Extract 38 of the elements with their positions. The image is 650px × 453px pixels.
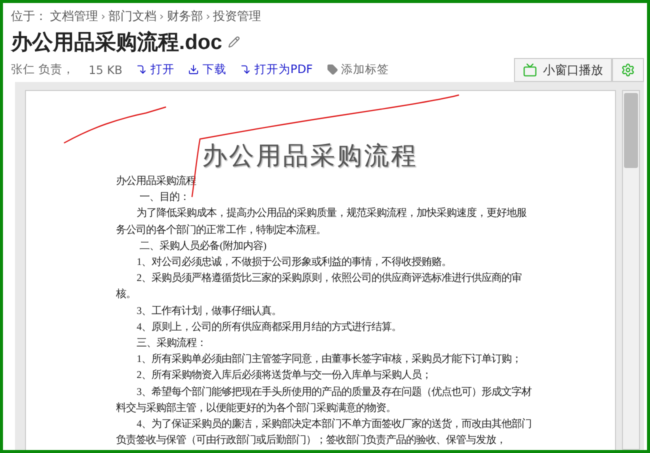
open-link[interactable]: 打开为PDF: [240, 62, 313, 82]
document-paragraph: 2、采购员须严格遵循货比三家的采购原则，依照公司的供应商评选标准进行供应商的审核。: [116, 271, 523, 302]
scrollbar[interactable]: [622, 90, 640, 450]
open-link[interactable]: 打开: [136, 62, 174, 82]
document-title: 办公用品采购流程.doc: [11, 30, 222, 56]
document-paragraph: 一、目的：: [138, 190, 191, 206]
breadcrumb-link[interactable]: 财务部: [166, 8, 203, 25]
owner-text: 张仁 负责，: [11, 62, 75, 78]
tag-icon: [326, 64, 338, 75]
document-heading: 办公用品采购流程: [202, 142, 419, 172]
chevron-icon: ›: [206, 10, 210, 23]
arrow-icon: [240, 64, 252, 75]
download-link[interactable]: 下载: [188, 62, 226, 82]
document-paragraph: 4、原则上，公司的所有供应商都采用月结的方式进行结算。: [136, 320, 403, 335]
settings-icon: [621, 63, 635, 77]
tv-icon: [523, 63, 537, 77]
document-paragraph: 三、采购流程：: [136, 336, 208, 352]
chevron-icon: ›: [101, 10, 106, 23]
breadcrumb-link[interactable]: 投资管理: [213, 8, 262, 25]
document-paragraph: 1、所有采购单必须由部门主管签字同意，由董事长签字审核，采购员才能下订单订购；: [136, 352, 523, 368]
document-paragraph: 3、希望每个部门能够把现在手头所使用的产品的质量及存在问题（优点也可）形成文字材料交与采购部主管，以便能更好的为各个部门采购满意的物资。: [116, 385, 533, 416]
arrow-icon: [136, 64, 148, 75]
breadcrumb-link[interactable]: 部门文档: [108, 8, 156, 25]
settings-button[interactable]: [612, 58, 644, 82]
breadcrumb-label: 位于：: [11, 8, 47, 25]
file-size: 15 KB: [88, 63, 122, 79]
document-paragraph: 2、所有采购物资入库后必须将送货单与交一份入库单与采购人员；: [136, 368, 433, 384]
document-paragraph: 1、对公司必须忠诚，不做损于公司形象或利益的事情，不得收授贿赂。: [136, 255, 453, 270]
document-paragraph: 为了降低采购成本，提高办公用品的采购质量，规范采购流程，加快采购速度，更好地服务公司的各个部门的正常工作，特制定本流程。: [116, 206, 528, 238]
document-paragraph: 二、采购人员必备(附加内容): [138, 239, 268, 254]
document-paragraph: 4、为了保证采购员的廉洁，采购部决定本部门不单方面签收厂家的送货，而改由其他部门负责签收与保管（可由行政部门或后勤部门）；签收部门负责产品的验收、保管与发放，: [116, 417, 533, 448]
breadcrumb-link[interactable]: 文档管理: [50, 8, 98, 25]
download-icon: [188, 64, 200, 75]
mini-window-button[interactable]: 小窗口播放: [514, 58, 612, 82]
document-paragraph: 3、工作有计划，做事仔细认真。: [136, 304, 283, 319]
chevron-icon: ›: [159, 10, 164, 23]
edit-icon[interactable]: [228, 36, 240, 48]
add-tag-link[interactable]: 添加标签: [326, 62, 389, 82]
